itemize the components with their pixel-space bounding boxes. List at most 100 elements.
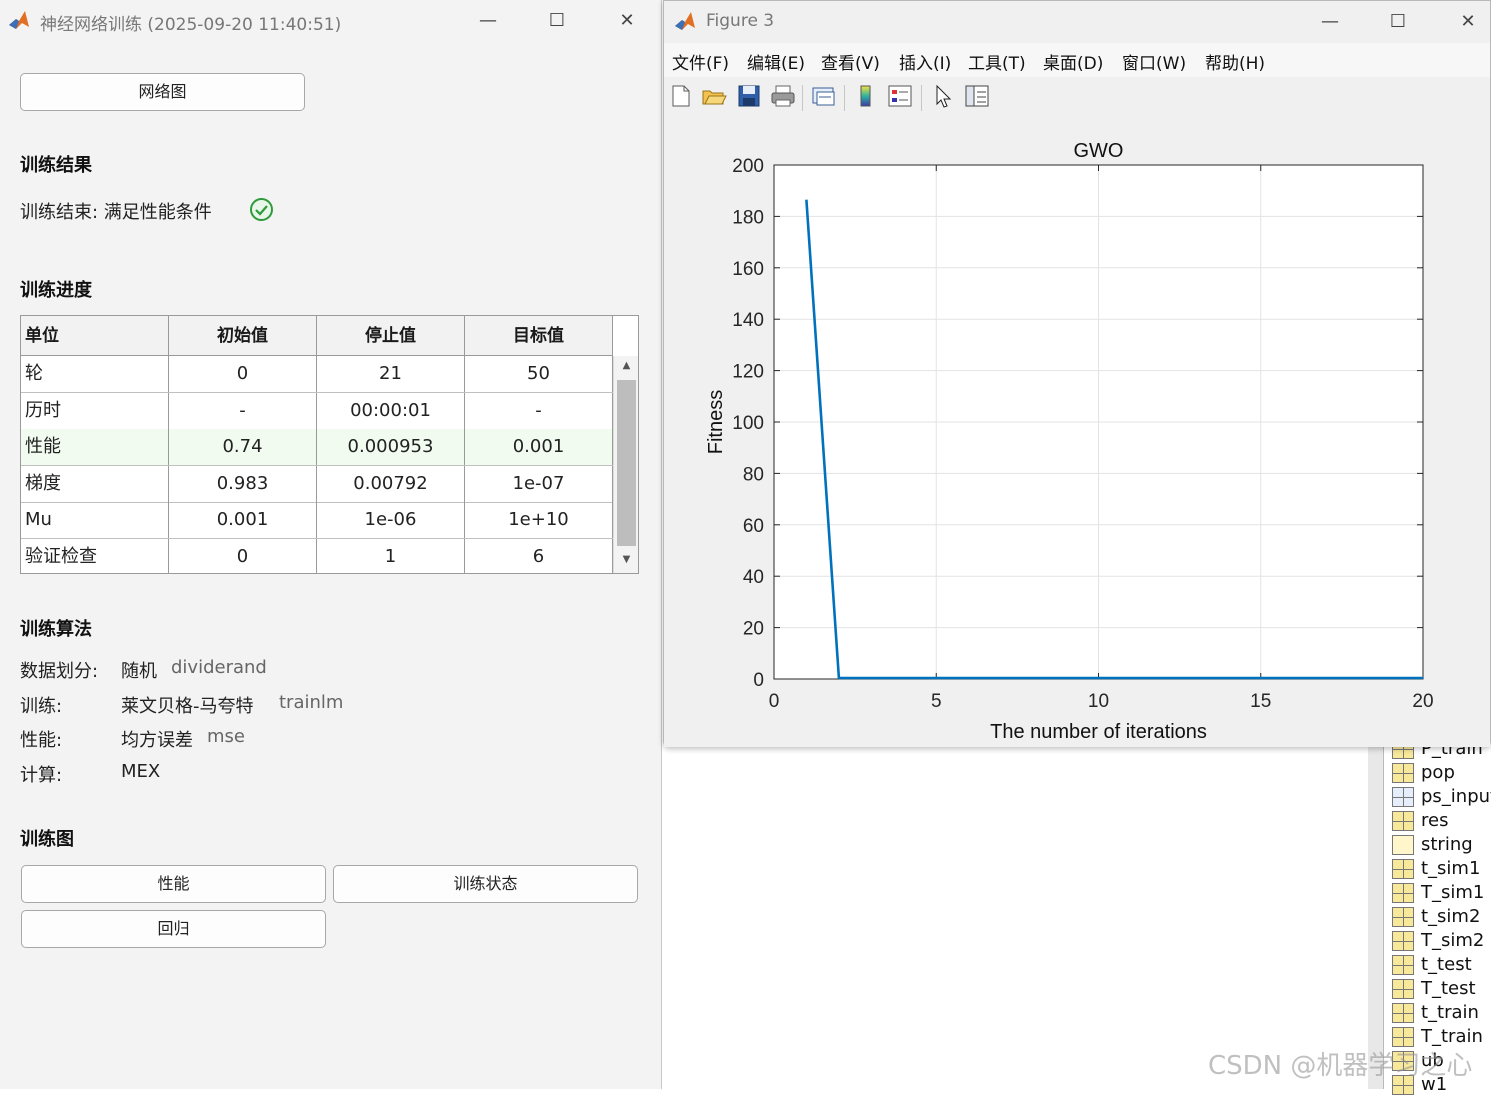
menu-view[interactable]: 查看(V) [821, 49, 880, 74]
y-tick-label: 0 [753, 670, 764, 691]
variable-icon [1392, 955, 1414, 975]
menu-edit[interactable]: 编辑(E) [747, 49, 805, 74]
table-scrollbar[interactable]: ▲ ▼ [613, 356, 638, 573]
variable-name: T_test [1421, 978, 1476, 999]
close-icon[interactable]: ✕ [1448, 7, 1488, 37]
menu-tools[interactable]: 工具(T) [968, 49, 1026, 74]
workspace-variable-list: P_train pop ps_input res string t_sim1 T_sim1 t… [1368, 738, 1491, 1095]
link-plot-icon[interactable] [811, 83, 837, 109]
progress-table: 单位 初始值 停止值 目标值 轮 0 21 50 历时 -00:00:01- 性能 0.74 0… [20, 315, 639, 574]
table-row: Mu 0.001 1e-06 1e+10 [21, 502, 613, 539]
property-inspector-icon[interactable] [964, 83, 990, 109]
table-cell-initial: - [169, 392, 317, 429]
algorithm-name: MEX [121, 760, 161, 782]
table-cell-unit: Mu [21, 502, 169, 538]
variable-name: res [1421, 810, 1449, 831]
table-cell-stop: 1e-06 [317, 502, 465, 538]
legend-icon[interactable] [887, 83, 913, 109]
variable-icon [1392, 835, 1414, 855]
figure-window: Figure 3 — ☐ ✕ 文件(F) 编辑(E) 查看(V) 插入(I) 工… [663, 0, 1491, 747]
y-tick-label: 140 [732, 310, 764, 331]
regression-button[interactable]: 回归 [21, 910, 326, 948]
y-tick-label: 200 [732, 156, 764, 177]
scroll-up-icon[interactable]: ▲ [614, 360, 638, 371]
workspace-scrollbar[interactable] [1368, 745, 1384, 1089]
open-file-icon[interactable] [701, 83, 727, 109]
y-tick-label: 180 [732, 207, 764, 228]
figure-toolbar [664, 77, 1490, 117]
col-header-target: 目标值 [465, 316, 613, 356]
y-tick-label: 100 [732, 413, 764, 434]
variable-name: t_sim1 [1421, 858, 1481, 879]
scroll-thumb[interactable] [617, 380, 636, 546]
table-row: 验证检查 0 1 6 [21, 538, 613, 573]
save-icon[interactable] [736, 83, 762, 109]
menu-window[interactable]: 窗口(W) [1122, 49, 1186, 74]
network-diagram-button[interactable]: 网络图 [20, 73, 305, 111]
nn-window-title: 神经网络训练 (2025-09-20 11:40:51) [40, 15, 342, 35]
minimize-icon[interactable]: — [468, 6, 508, 36]
table-cell-initial: 0 [169, 356, 317, 392]
y-tick-label: 60 [743, 516, 764, 537]
table-row: 历时 -00:00:01- [21, 392, 613, 430]
algorithm-name: 随机 [121, 661, 157, 682]
table-cell-target: 1e-07 [465, 465, 613, 502]
fitness-chart[interactable]: 0 5 10 15 20020406080100120140160180200GWOTh… [664, 117, 1490, 747]
figure-titlebar[interactable]: Figure 3 — ☐ ✕ [664, 1, 1490, 43]
algorithm-code: dividerand [171, 657, 267, 678]
menu-help[interactable]: 帮助(H) [1205, 49, 1265, 74]
algorithm-label: 计算: [20, 764, 63, 786]
table-cell-stop: 21 [317, 356, 465, 392]
table-cell-target: 6 [465, 538, 613, 573]
scroll-down-icon[interactable]: ▼ [614, 554, 638, 565]
figure-title: Figure 3 [706, 11, 775, 31]
y-tick-label: 20 [743, 619, 764, 640]
menu-insert[interactable]: 插入(I) [899, 49, 951, 74]
algorithms-heading: 训练算法 [20, 619, 92, 640]
new-figure-icon[interactable] [668, 83, 694, 109]
table-row: 轮 0 21 50 [21, 356, 613, 393]
plots-heading: 训练图 [20, 829, 74, 850]
variable-name: t_train [1421, 1002, 1479, 1023]
variable-name: pop [1421, 762, 1455, 783]
table-cell-initial: 0.983 [169, 465, 317, 502]
table-cell-unit: 梯度 [21, 465, 169, 502]
table-cell-stop: 00:00:01 [317, 392, 465, 429]
algorithm-code: trainlm [279, 691, 344, 713]
table-cell-target: 1e+10 [465, 502, 613, 538]
close-icon[interactable]: ✕ [607, 6, 647, 36]
print-icon[interactable] [770, 83, 796, 109]
toolbar-separator [921, 85, 922, 111]
performance-plot-button[interactable]: 性能 [21, 865, 326, 903]
pointer-icon[interactable] [930, 83, 956, 109]
watermark: CSDN @机器学习之心 [1208, 1051, 1473, 1081]
table-header: 单位 初始值 停止值 目标值 [21, 316, 613, 356]
variable-name: t_sim2 [1421, 906, 1481, 927]
variable-icon [1392, 1003, 1414, 1023]
variable-icon [1392, 763, 1414, 783]
results-text: 训练结束: 满足性能条件 [20, 202, 212, 223]
menu-desktop[interactable]: 桌面(D) [1043, 49, 1103, 74]
col-header-stop: 停止值 [317, 316, 465, 356]
x-tick-label: 0 [769, 691, 780, 712]
table-cell-stop: 0.000953 [317, 429, 465, 465]
table-cell-initial: 0.001 [169, 502, 317, 538]
nn-titlebar[interactable]: 神经网络训练 (2025-09-20 11:40:51) — ☐ ✕ [0, 0, 661, 42]
algorithm-label: 训练: [20, 695, 63, 717]
y-tick-label: 80 [743, 464, 764, 485]
table-cell-stop: 0.00792 [317, 465, 465, 502]
colorbar-icon[interactable] [853, 83, 879, 109]
maximize-icon[interactable]: ☐ [537, 6, 577, 36]
table-cell-unit: 性能 [21, 429, 169, 465]
table-cell-unit: 轮 [21, 356, 169, 392]
x-axis-label: The number of iterations [990, 721, 1207, 743]
y-axis-label: Fitness [705, 390, 727, 454]
table-row: 梯度 0.983 0.00792 1e-07 [21, 465, 613, 503]
minimize-icon[interactable]: — [1310, 7, 1350, 37]
training-state-button[interactable]: 训练状态 [333, 865, 638, 903]
menu-file[interactable]: 文件(F) [672, 49, 729, 74]
algorithm-label: 性能: [20, 730, 63, 751]
algorithm-label: 数据划分: [20, 661, 99, 682]
algorithm-name: 均方误差 [121, 730, 193, 751]
maximize-icon[interactable]: ☐ [1378, 7, 1418, 37]
